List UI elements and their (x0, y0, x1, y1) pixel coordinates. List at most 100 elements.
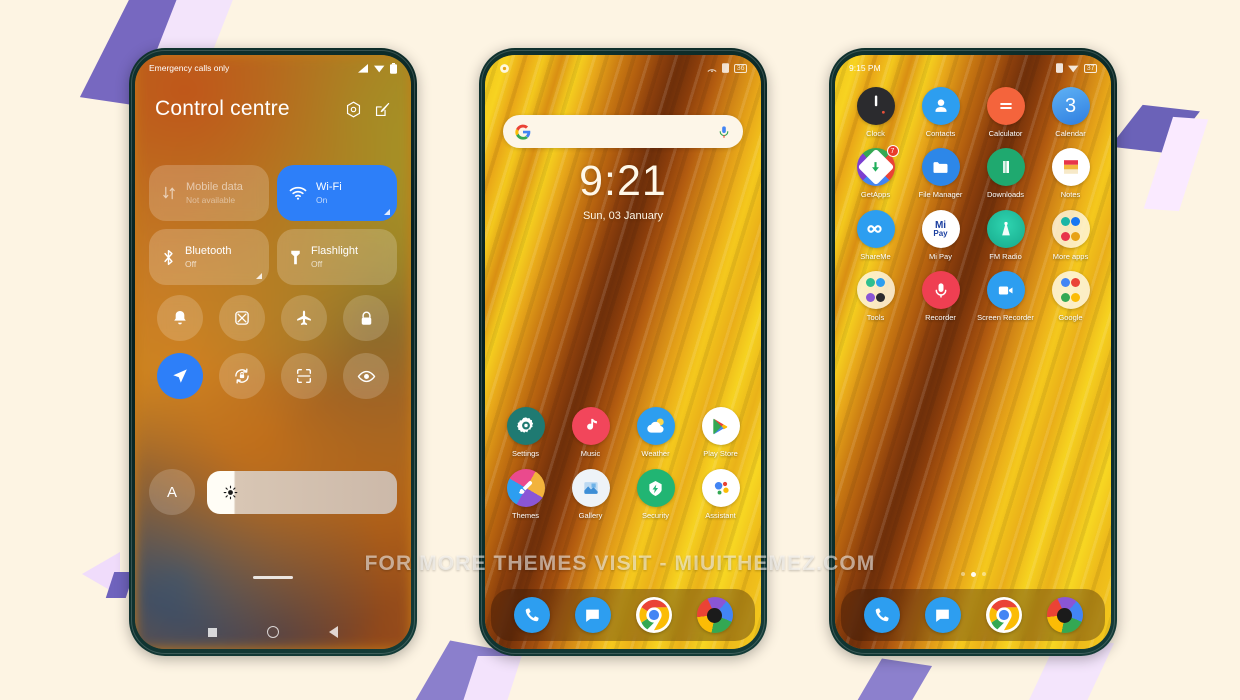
tile-mobile-data[interactable]: Mobile data Not available (149, 165, 269, 221)
silent-toggle[interactable] (157, 295, 203, 341)
screen-homescreen-clock: 36 9:21 Sun, 03 January Settings Music W… (485, 55, 761, 649)
screen-homescreen-apps: 9:15 PM 37 Clock Contacts Calculator 3 C… (835, 55, 1111, 649)
clock-icon (856, 87, 895, 125)
tile-label: Bluetooth (185, 244, 232, 257)
clock-widget[interactable]: 9:21 Sun, 03 January (485, 160, 761, 223)
drag-handle[interactable] (253, 576, 293, 579)
status-time: 9:15 PM (849, 63, 881, 73)
tile-label: Wi-Fi (316, 180, 342, 193)
shareme-icon (856, 209, 895, 248)
lavender-triangle-bottom-left (82, 552, 120, 596)
recents-icon[interactable] (208, 627, 217, 637)
airplane-mode-toggle[interactable] (281, 295, 327, 341)
page-dot[interactable] (960, 572, 965, 576)
control-centre-header: Control centre (135, 97, 411, 121)
app-label: GetApps (860, 190, 891, 200)
app-calculator[interactable]: Calculator (976, 87, 1036, 138)
google-search-bar[interactable] (503, 115, 743, 148)
fm-radio-icon (986, 209, 1025, 248)
screenshot-toggle[interactable] (219, 295, 265, 341)
app-music[interactable]: Music (561, 407, 621, 458)
weather-icon (636, 407, 675, 445)
tile-sublabel: On (316, 194, 328, 205)
tile-wifi[interactable]: Wi-Fi On (277, 165, 397, 221)
folder-google[interactable]: Google (1041, 271, 1101, 322)
messages-icon[interactable] (574, 597, 611, 633)
wifi-icon (374, 65, 385, 72)
app-label: More apps (1052, 251, 1089, 261)
phone-icon[interactable] (863, 597, 900, 633)
page-dot-active[interactable] (970, 572, 976, 577)
folder-more-apps[interactable]: More apps (1041, 209, 1101, 261)
chrome-icon[interactable] (985, 597, 1022, 633)
location-toggle[interactable] (157, 353, 203, 399)
app-clock[interactable]: Clock (846, 87, 906, 138)
auto-rotate-icon (235, 368, 249, 384)
app-downloads[interactable]: Downloads (976, 148, 1036, 199)
app-calendar[interactable]: 3 Calendar (1041, 87, 1101, 138)
app-notes[interactable]: Notes (1041, 148, 1101, 199)
app-label: Assistant (705, 511, 736, 521)
messages-icon[interactable] (924, 597, 961, 633)
purple-parallelogram-top-right (1110, 104, 1200, 154)
app-settings[interactable]: Settings (496, 407, 556, 458)
expand-corner-icon[interactable] (256, 273, 262, 279)
app-label: ShareMe (860, 251, 891, 261)
brightness-slider[interactable] (207, 470, 397, 514)
app-weather[interactable]: Weather (626, 407, 686, 458)
home-icon[interactable] (267, 626, 279, 638)
gear-icon[interactable] (499, 63, 510, 74)
app-label: Notes (1060, 190, 1081, 200)
status-bar: 36 (485, 55, 761, 81)
mi-pay-icon: Mi Pay (921, 209, 960, 248)
airplane-icon (297, 310, 311, 326)
expand-corner-icon[interactable] (384, 209, 390, 215)
app-mi-pay[interactable]: Mi Pay Mi Pay (911, 209, 971, 261)
app-gallery[interactable]: Gallery (561, 469, 621, 520)
folder-tools[interactable]: Tools (846, 271, 906, 322)
app-fm-radio[interactable]: FM Radio (976, 209, 1036, 261)
auto-brightness-label: A (166, 483, 177, 501)
app-themes[interactable]: Themes (496, 469, 556, 520)
sim-icon (1056, 63, 1064, 73)
back-icon[interactable] (329, 626, 338, 638)
app-shareme[interactable]: ShareMe (846, 209, 906, 261)
nfc-icon (707, 68, 717, 72)
tile-flashlight[interactable]: Flashlight Off (277, 229, 397, 285)
auto-brightness-toggle[interactable]: A (149, 469, 195, 515)
phone-icon[interactable] (513, 597, 550, 633)
camera-icon[interactable] (1046, 597, 1083, 633)
auto-rotate-toggle[interactable] (219, 353, 265, 399)
app-security[interactable]: Security (626, 469, 686, 520)
app-label: Calculator (988, 129, 1023, 138)
getapps-icon: 7 (856, 145, 899, 187)
app-recorder[interactable]: Recorder (911, 271, 971, 322)
app-play-store[interactable]: Play Store (691, 407, 751, 458)
app-label: FM Radio (989, 251, 1022, 261)
app-label: Clock (866, 129, 885, 138)
tile-bluetooth[interactable]: Bluetooth Off (149, 229, 269, 285)
app-assistant[interactable]: Assistant (691, 469, 751, 520)
microphone-icon[interactable] (717, 125, 731, 139)
app-screen-recorder[interactable]: Screen Recorder (976, 271, 1036, 322)
battery-icon: 36 (734, 63, 747, 73)
camera-icon[interactable] (696, 597, 733, 633)
wifi-icon (289, 186, 307, 200)
chrome-icon[interactable] (635, 597, 672, 633)
lock-toggle[interactable] (343, 295, 389, 341)
screen-control-centre: Emergency calls only Control centre Mobi… (135, 55, 411, 649)
scanner-toggle[interactable] (281, 353, 327, 399)
page-dot[interactable] (981, 572, 986, 576)
app-contacts[interactable]: Contacts (911, 87, 971, 138)
app-getapps[interactable]: 7 GetApps (846, 145, 906, 200)
app-label: Downloads (986, 190, 1025, 200)
edit-icon[interactable] (374, 101, 391, 118)
app-file-manager[interactable]: File Manager (911, 148, 971, 199)
settings-icon[interactable] (345, 101, 362, 118)
tile-sublabel: Off (185, 258, 197, 269)
phone-control-centre: Emergency calls only Control centre Mobi… (129, 48, 417, 656)
reading-mode-toggle[interactable] (343, 353, 389, 399)
assistant-icon (701, 469, 740, 508)
app-label: Google (1058, 313, 1083, 323)
sim-icon (722, 63, 730, 73)
